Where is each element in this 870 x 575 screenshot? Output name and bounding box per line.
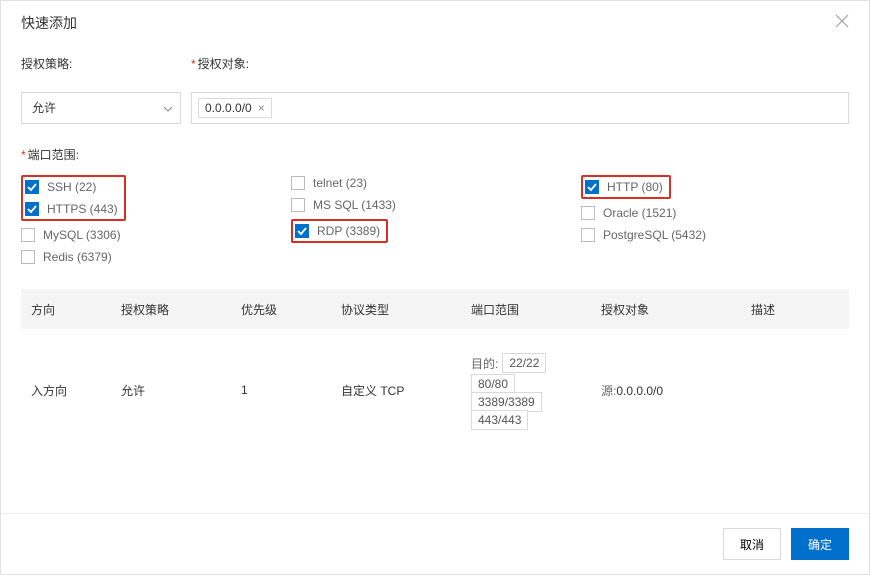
port-checkbox[interactable]: Redis (6379) xyxy=(21,249,291,265)
th-direction: 方向 xyxy=(21,301,111,318)
port-checkbox-label: HTTPS (443) xyxy=(47,202,118,216)
checkbox-icon xyxy=(581,228,595,242)
th-description: 描述 xyxy=(741,301,849,318)
cancel-button[interactable]: 取消 xyxy=(723,528,781,560)
th-port-range: 端口范围 xyxy=(461,301,591,318)
port-checkbox-label: MySQL (3306) xyxy=(43,228,121,242)
policy-select[interactable]: 允许 xyxy=(21,92,181,124)
th-priority: 优先级 xyxy=(231,301,331,318)
cell-port-range: 目的:22/2280/803389/3389443/443 xyxy=(461,353,591,427)
cidr-tag: 0.0.0.0/0 × xyxy=(198,98,272,118)
highlight-box: RDP (3389) xyxy=(291,219,388,243)
cell-priority: 1 xyxy=(231,383,331,397)
port-checkbox[interactable]: telnet (23) xyxy=(291,175,581,191)
target-input[interactable]: 0.0.0.0/0 × xyxy=(191,92,849,124)
checkbox-icon xyxy=(585,180,599,194)
port-checkbox[interactable]: MySQL (3306) xyxy=(21,227,291,243)
policy-label: 授权策略: xyxy=(21,55,191,72)
checkbox-icon xyxy=(25,202,39,216)
checkbox-icon xyxy=(21,250,35,264)
cell-target: 源:0.0.0.0/0 xyxy=(591,382,741,399)
close-icon[interactable] xyxy=(835,14,849,32)
modal-footer: 取消 确定 xyxy=(1,513,869,574)
cell-policy: 允许 xyxy=(111,382,231,399)
port-checkbox-label: Redis (6379) xyxy=(43,250,112,264)
port-checkbox[interactable]: Oracle (1521) xyxy=(581,205,706,221)
port-range-label: *端口范围: xyxy=(21,146,849,163)
table-row: 入方向 允许 1 自定义 TCP 目的:22/2280/803389/33894… xyxy=(21,329,849,451)
checkbox-icon xyxy=(581,206,595,220)
port-checkbox-label: Oracle (1521) xyxy=(603,206,676,220)
range-prefix: 目的: xyxy=(471,355,498,372)
port-checkbox[interactable]: HTTP (80) xyxy=(585,179,663,195)
th-policy: 授权策略 xyxy=(111,301,231,318)
target-label: *授权对象: xyxy=(191,55,849,72)
checkbox-icon xyxy=(25,180,39,194)
modal-title: 快速添加 xyxy=(21,13,77,33)
port-checkbox-label: RDP (3389) xyxy=(317,224,380,238)
cell-protocol: 自定义 TCP xyxy=(331,382,461,399)
target-prefix: 源: xyxy=(601,384,616,398)
cidr-tag-text: 0.0.0.0/0 xyxy=(205,101,252,115)
tag-remove-icon[interactable]: × xyxy=(258,101,265,115)
checkbox-icon xyxy=(21,228,35,242)
modal-header: 快速添加 xyxy=(1,1,869,45)
labels-row: 授权策略: *授权对象: xyxy=(21,55,849,84)
modal-body: 授权策略: *授权对象: 允许 0.0.0.0/0 × xyxy=(1,45,869,513)
port-checkboxes: SSH (22) HTTPS (443) MySQL (3306) Redis (63… xyxy=(21,175,849,265)
checkbox-icon xyxy=(291,176,305,190)
quick-add-modal: 快速添加 授权策略: *授权对象: 允许 xyxy=(0,0,870,575)
port-range-pill: 3389/3389 xyxy=(471,392,542,412)
port-checkbox-label: MS SQL (1433) xyxy=(313,198,396,212)
target-value: 0.0.0.0/0 xyxy=(616,384,663,398)
port-checkbox[interactable]: HTTPS (443) xyxy=(25,201,118,217)
highlight-box: SSH (22) HTTPS (443) xyxy=(21,175,126,221)
port-range-pill: 443/443 xyxy=(471,410,528,430)
table-header: 方向 授权策略 优先级 协议类型 端口范围 授权对象 描述 xyxy=(21,289,849,329)
port-checkbox-label: PostgreSQL (5432) xyxy=(603,228,706,242)
th-target: 授权对象 xyxy=(591,301,741,318)
port-checkbox[interactable]: PostgreSQL (5432) xyxy=(581,227,706,243)
port-checkbox-label: telnet (23) xyxy=(313,176,367,190)
port-checkbox-label: HTTP (80) xyxy=(607,180,663,194)
port-checkbox-label: SSH (22) xyxy=(47,180,96,194)
th-protocol: 协议类型 xyxy=(331,301,461,318)
port-checkbox[interactable]: SSH (22) xyxy=(25,179,118,195)
inputs-row: 允许 0.0.0.0/0 × xyxy=(21,92,849,124)
checkbox-icon xyxy=(295,224,309,238)
port-checkbox[interactable]: RDP (3389) xyxy=(295,223,380,239)
port-range-pill: 80/80 xyxy=(471,374,515,394)
port-checkbox[interactable]: MS SQL (1433) xyxy=(291,197,581,213)
highlight-box: HTTP (80) xyxy=(581,175,671,199)
rules-table: 方向 授权策略 优先级 协议类型 端口范围 授权对象 描述 入方向 允许 1 自… xyxy=(21,289,849,451)
port-range-pill: 22/22 xyxy=(502,353,546,373)
checkbox-icon xyxy=(291,198,305,212)
cell-direction: 入方向 xyxy=(21,382,111,399)
ok-button[interactable]: 确定 xyxy=(791,528,849,560)
